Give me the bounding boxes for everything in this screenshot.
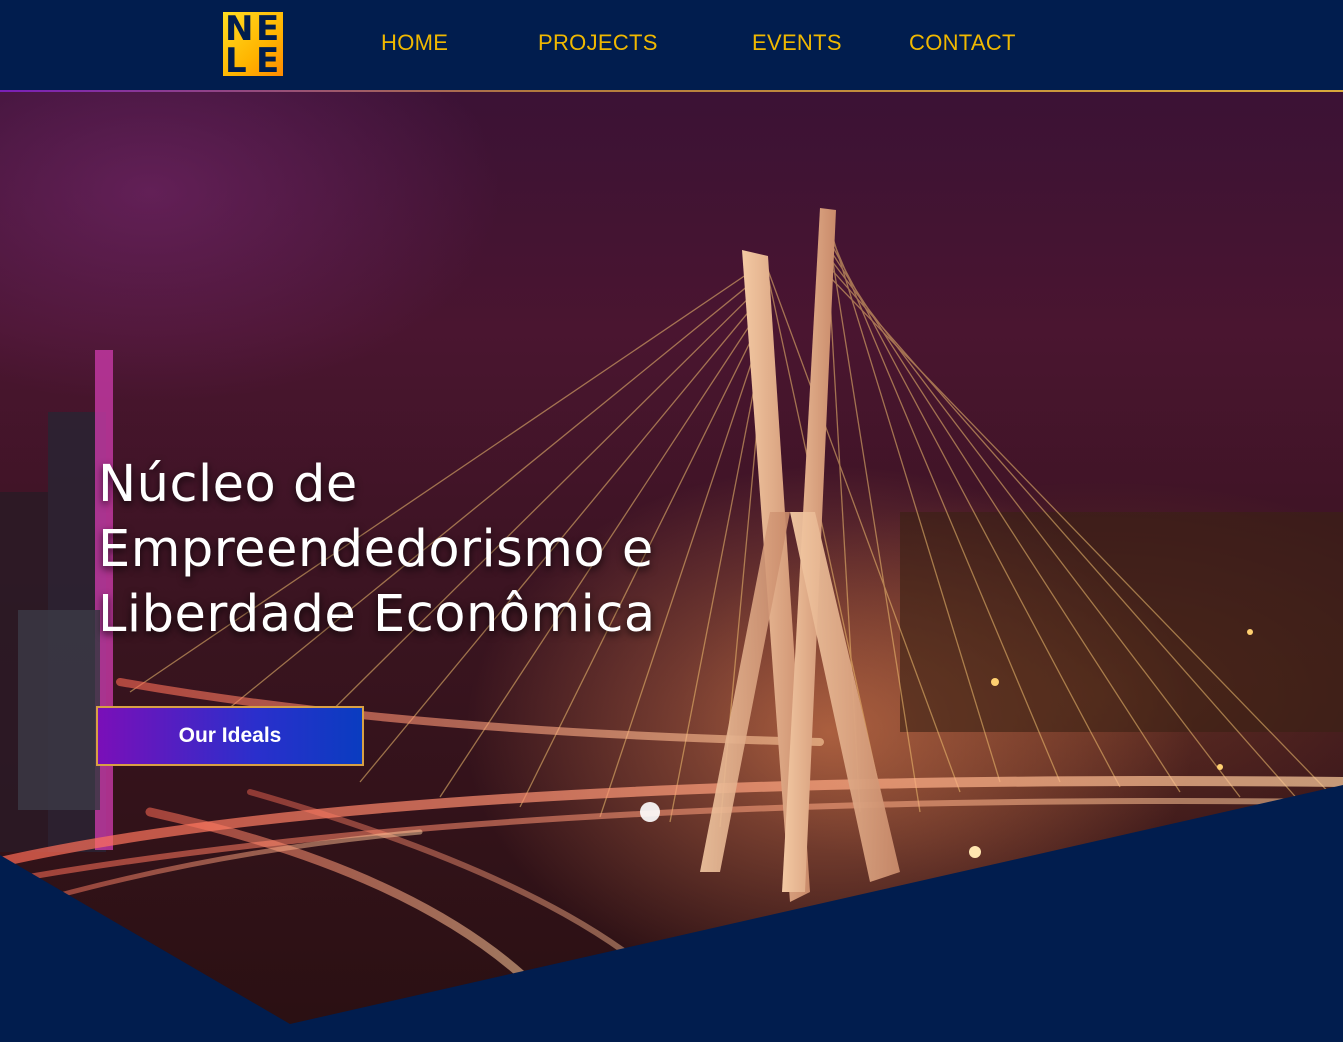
hero-title-line-3: Liberdade Econômica bbox=[98, 585, 656, 644]
nav-events[interactable]: EVENTS bbox=[752, 30, 842, 56]
hero-title: Núcleo de Empreendedorismo e Liberdade E… bbox=[98, 452, 798, 647]
logo-letter-l: L bbox=[225, 41, 247, 81]
our-ideals-button[interactable]: Our Ideals bbox=[96, 706, 364, 766]
site-header: N E L E HOME PROJECTS EVENTS CONTACT bbox=[0, 0, 1343, 90]
hero-title-line-2: Empreendedorismo e bbox=[98, 520, 654, 579]
logo-letter-e2: E bbox=[256, 41, 280, 81]
nav-home[interactable]: HOME bbox=[381, 30, 448, 56]
nav-projects[interactable]: PROJECTS bbox=[538, 30, 658, 56]
nav-contact[interactable]: CONTACT bbox=[909, 30, 1016, 56]
hero-title-line-1: Núcleo de bbox=[98, 455, 358, 514]
nele-logo[interactable]: N E L E bbox=[223, 9, 283, 81]
logo-letter-n: N bbox=[225, 9, 254, 49]
logo-letter-e: E bbox=[256, 9, 280, 49]
